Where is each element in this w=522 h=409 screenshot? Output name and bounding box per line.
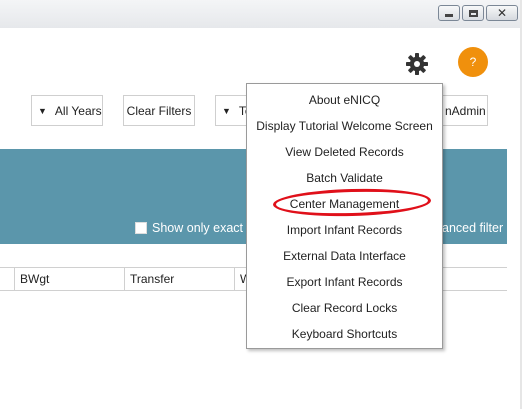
close-icon: ✕ — [496, 6, 508, 20]
caret-down-icon: ▼ — [38, 105, 47, 116]
column-header-transfer[interactable]: Transfer — [124, 268, 234, 290]
menu-item-about[interactable]: About eNICQ — [247, 87, 442, 113]
menu-item-export[interactable]: Export Infant Records — [247, 269, 442, 295]
menu-item-clear-locks[interactable]: Clear Record Locks — [247, 295, 442, 321]
user-button[interactable]: nAdmin — [440, 95, 488, 126]
user-button-label: nAdmin — [445, 103, 486, 118]
menu-item-batch-validate[interactable]: Batch Validate — [247, 165, 442, 191]
gear-icon[interactable] — [405, 52, 429, 76]
menu-item-keyboard-shortcuts[interactable]: Keyboard Shortcuts — [247, 321, 442, 347]
caret-down-icon: ▼ — [222, 105, 231, 116]
menu-item-tutorial[interactable]: Display Tutorial Welcome Screen — [247, 113, 442, 139]
checkbox-box[interactable] — [135, 222, 147, 234]
minimize-button[interactable] — [438, 5, 460, 21]
minimize-icon — [445, 14, 453, 17]
window-titlebar: ✕ — [0, 0, 522, 28]
menu-item-deleted-records[interactable]: View Deleted Records — [247, 139, 442, 165]
exact-match-label: Show only exact m — [152, 221, 257, 235]
restore-icon — [468, 9, 478, 17]
window-controls: ✕ — [438, 5, 518, 21]
exact-match-checkbox[interactable]: Show only exact m — [135, 221, 257, 235]
help-button[interactable]: ? — [458, 47, 488, 77]
clear-filters-button[interactable]: Clear Filters — [123, 95, 195, 126]
restore-button[interactable] — [462, 5, 484, 21]
advanced-filter-link[interactable]: anced filter — [442, 221, 503, 235]
menu-item-import[interactable]: Import Infant Records — [247, 217, 442, 243]
years-dropdown[interactable]: ▼ All Years — [31, 95, 103, 126]
column-header-bwgt[interactable]: BWgt — [14, 268, 124, 290]
menu-item-external-data[interactable]: External Data Interface — [247, 243, 442, 269]
clear-filters-label: Clear Filters — [126, 103, 192, 118]
close-button[interactable]: ✕ — [486, 5, 518, 21]
years-dropdown-label: All Years — [54, 103, 102, 118]
